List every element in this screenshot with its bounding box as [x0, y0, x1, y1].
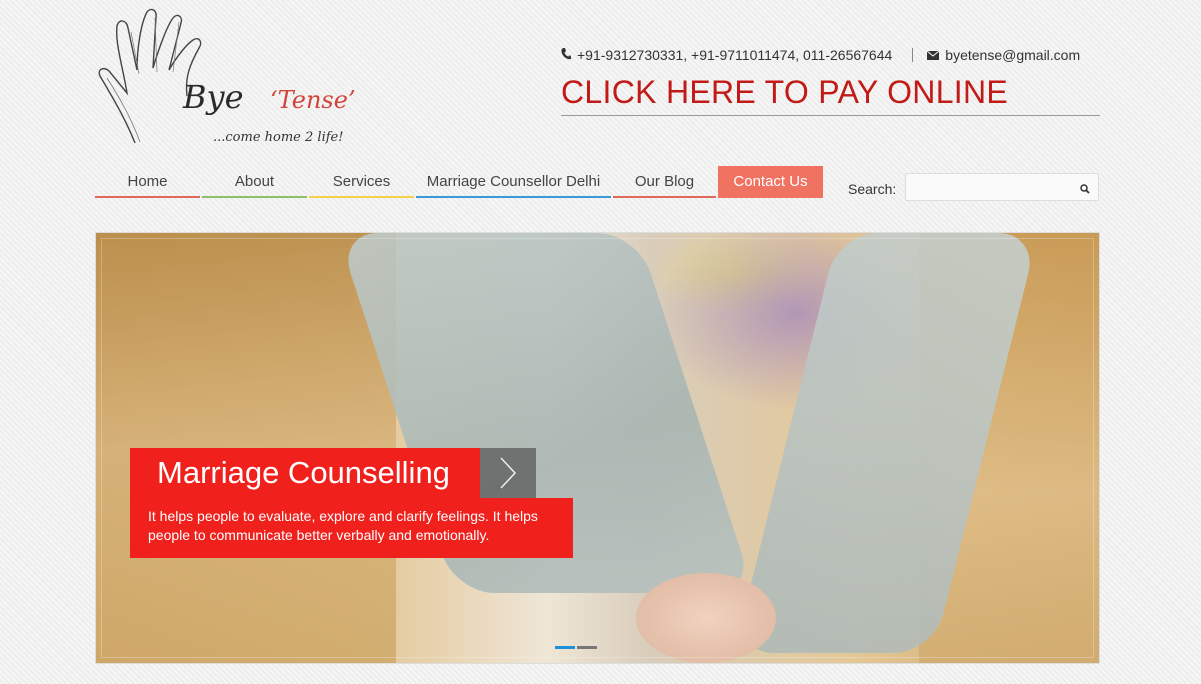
nav-item-about[interactable]: About	[202, 166, 307, 198]
search-input[interactable]	[906, 174, 1078, 200]
chevron-right-icon	[500, 457, 517, 489]
contact-bar: +91-9312730331, +91-9711011474, 011-2656…	[561, 46, 1080, 64]
main-nav: Home About Services Marriage Counsellor …	[95, 166, 825, 198]
phone-icon	[561, 47, 571, 63]
envelope-icon	[926, 47, 940, 63]
search-icon[interactable]	[1080, 181, 1090, 199]
pay-online-link[interactable]: CLICK HERE TO PAY ONLINE	[561, 74, 1008, 111]
site-logo[interactable]: Bye ‘Tense’ ...come home 2 life!	[95, 8, 375, 153]
nav-item-our-blog[interactable]: Our Blog	[613, 166, 716, 198]
slider-dot-2[interactable]	[577, 646, 597, 649]
search-label: Search:	[848, 181, 897, 197]
slider-pagination	[555, 646, 597, 649]
logo-brand-accent: ‘Tense’	[270, 86, 356, 114]
slider-next-button[interactable]	[480, 448, 536, 498]
nav-item-services[interactable]: Services	[309, 166, 414, 198]
logo-brand: Bye	[183, 78, 244, 116]
logo-tagline: ...come home 2 life!	[213, 130, 344, 145]
header-rule	[561, 115, 1100, 116]
hero-slider[interactable]: Marriage Counselling It helps people to …	[95, 232, 1100, 664]
search-box	[905, 173, 1099, 201]
nav-item-contact-us[interactable]: Contact Us	[718, 166, 823, 198]
hero-caption-title: Marriage Counselling	[130, 448, 480, 498]
contact-divider	[912, 48, 914, 62]
nav-item-marriage-counsellor-delhi[interactable]: Marriage Counsellor Delhi	[416, 166, 611, 198]
phone-numbers[interactable]: +91-9312730331, +91-9711011474, 011-2656…	[577, 47, 892, 63]
slider-dot-1[interactable]	[555, 646, 575, 649]
nav-item-home[interactable]: Home	[95, 166, 200, 198]
hero-caption-text: It helps people to evaluate, explore and…	[130, 498, 573, 558]
email-link[interactable]: byetense@gmail.com	[945, 47, 1080, 63]
hero-image-hands	[636, 573, 776, 663]
